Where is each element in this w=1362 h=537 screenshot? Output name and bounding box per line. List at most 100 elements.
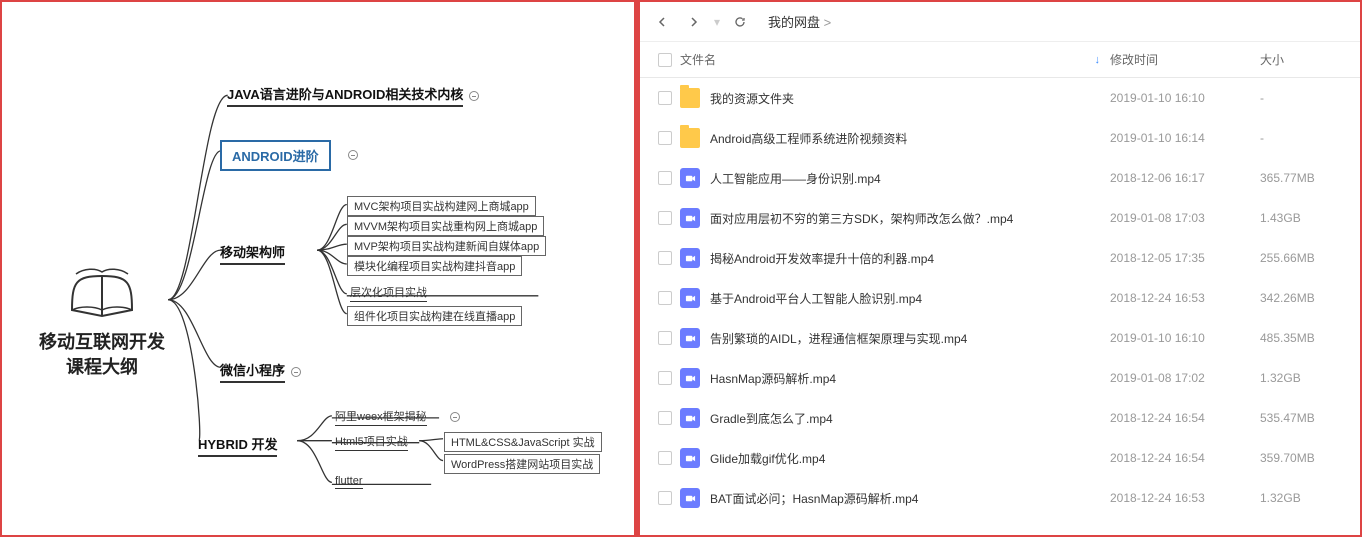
file-date: 2018-12-24 16:53 [1110,291,1260,305]
file-row[interactable]: HasnMap源码解析.mp42019-01-08 17:021.32GB [640,358,1360,398]
folder-icon [680,128,700,148]
file-name: 人工智能应用——身份识别.mp4 [710,170,1110,187]
row-checkbox[interactable] [658,451,672,465]
file-date: 2019-01-08 17:03 [1110,211,1260,225]
file-size: 359.70MB [1260,451,1350,465]
expand-icon[interactable] [450,412,460,422]
file-date: 2019-01-10 16:14 [1110,131,1260,145]
row-checkbox[interactable] [658,491,672,505]
file-name: BAT面试必问；HasnMap源码解析.mp4 [710,490,1110,507]
row-checkbox[interactable] [658,131,672,145]
branch-wechat[interactable]: 微信小程序 [220,360,301,383]
branch-arch[interactable]: 移动架构师 [220,242,285,265]
file-row[interactable]: Gradle到底怎么了.mp42018-12-24 16:54535.47MB [640,398,1360,438]
file-date: 2019-01-08 17:02 [1110,371,1260,385]
file-name: 基于Android平台人工智能人脸识别.mp4 [710,290,1110,307]
hybrid-html5[interactable]: Html5项目实战 [335,433,408,451]
toolbar-separator: ▾ [714,15,720,29]
column-name-header[interactable]: 文件名↓ [680,51,1110,68]
file-size: 535.47MB [1260,411,1350,425]
hybrid-flutter[interactable]: flutter [335,475,363,489]
video-icon [680,408,700,428]
arch-leaf-3[interactable]: 模块化编程项目实战构建抖音app [347,256,522,276]
toolbar: ▾ 我的网盘 > [640,2,1360,42]
video-icon [680,448,700,468]
file-name: Gradle到底怎么了.mp4 [710,410,1110,427]
file-name: Glide加载gif优化.mp4 [710,450,1110,467]
breadcrumb[interactable]: 我的网盘 > [768,12,831,31]
column-date-header[interactable]: 修改时间 [1110,51,1260,68]
expand-icon[interactable] [348,150,358,160]
row-checkbox[interactable] [658,251,672,265]
file-row[interactable]: Glide加载gif优化.mp42018-12-24 16:54359.70MB [640,438,1360,478]
expand-icon[interactable] [291,367,301,377]
html5-sub-0[interactable]: HTML&CSS&JavaScript 实战 [444,432,602,452]
branch-android[interactable]: ANDROID进阶 [220,140,331,171]
file-date: 2018-12-06 16:17 [1110,171,1260,185]
file-row[interactable]: 面对应用层初不穷的第三方SDK，架构师改怎么做？.mp42019-01-08 1… [640,198,1360,238]
refresh-button[interactable] [728,10,752,34]
file-size: 255.66MB [1260,251,1350,265]
nav-forward-button[interactable] [682,10,706,34]
file-row[interactable]: 揭秘Android开发效率提升十倍的利器.mp42018-12-05 17:35… [640,238,1360,278]
file-row[interactable]: 告别繁琐的AIDL，进程通信框架原理与实现.mp42019-01-10 16:1… [640,318,1360,358]
html5-sub-1[interactable]: WordPress搭建网站项目实战 [444,454,600,474]
arch-leaf-4[interactable]: 层次化项目实战 [350,284,427,302]
row-checkbox[interactable] [658,211,672,225]
file-row[interactable]: BAT面试必问；HasnMap源码解析.mp42018-12-24 16:531… [640,478,1360,518]
file-date: 2019-01-10 16:10 [1110,91,1260,105]
table-header: 文件名↓ 修改时间 大小 [640,42,1360,78]
file-size: 1.43GB [1260,211,1350,225]
arch-leaf-2[interactable]: MVP架构项目实战构建新闻自媒体app [347,236,546,256]
video-icon [680,208,700,228]
file-size: - [1260,131,1350,145]
root-label: 移动互联网开发课程大纲 [32,330,172,380]
file-row[interactable]: 我的资源文件夹2019-01-10 16:10- [640,78,1360,118]
file-list: 我的资源文件夹2019-01-10 16:10-Android高级工程师系统进阶… [640,78,1360,535]
file-name: HasnMap源码解析.mp4 [710,370,1110,387]
file-row[interactable]: 基于Android平台人工智能人脸识别.mp42018-12-24 16:533… [640,278,1360,318]
file-name: 告别繁琐的AIDL，进程通信框架原理与实现.mp4 [710,330,1110,347]
arch-leaf-1[interactable]: MVVM架构项目实战重构网上商城app [347,216,544,236]
row-checkbox[interactable] [658,171,672,185]
video-icon [680,488,700,508]
file-name: 面对应用层初不穷的第三方SDK，架构师改怎么做？.mp4 [710,210,1110,227]
row-checkbox[interactable] [658,291,672,305]
mindmap-panel: 移动互联网开发课程大纲 JAVA语言进阶与ANDROID相关技术内核 ANDRO… [2,2,634,535]
file-size: 1.32GB [1260,371,1350,385]
file-name: 我的资源文件夹 [710,90,1110,107]
file-browser-panel: ▾ 我的网盘 > 文件名↓ 修改时间 大小 我的资源文件夹2019-01-10 … [640,2,1360,535]
file-date: 2019-01-10 16:10 [1110,331,1260,345]
select-all-checkbox[interactable] [658,53,672,67]
row-checkbox[interactable] [658,331,672,345]
file-name: Android高级工程师系统进阶视频资料 [710,130,1110,147]
file-date: 2018-12-24 16:53 [1110,491,1260,505]
expand-icon[interactable] [469,91,479,101]
video-icon [680,288,700,308]
branch-java[interactable]: JAVA语言进阶与ANDROID相关技术内核 [227,84,479,107]
file-name: 揭秘Android开发效率提升十倍的利器.mp4 [710,250,1110,267]
file-date: 2018-12-05 17:35 [1110,251,1260,265]
video-icon [680,248,700,268]
file-size: 365.77MB [1260,171,1350,185]
sort-arrow-icon: ↓ [1095,54,1101,66]
folder-icon [680,88,700,108]
file-date: 2018-12-24 16:54 [1110,411,1260,425]
column-size-header[interactable]: 大小 [1260,51,1350,68]
row-checkbox[interactable] [658,411,672,425]
arch-leaf-0[interactable]: MVC架构项目实战构建网上商城app [347,196,536,216]
hybrid-weex[interactable]: 阿里weex框架揭秘 [335,408,427,426]
arch-leaf-5[interactable]: 组件化项目实战构建在线直播app [347,306,522,326]
file-row[interactable]: Android高级工程师系统进阶视频资料2019-01-10 16:14- [640,118,1360,158]
row-checkbox[interactable] [658,91,672,105]
branch-hybrid[interactable]: HYBRID 开发 [198,434,277,457]
video-icon [680,368,700,388]
file-size: 485.35MB [1260,331,1350,345]
mindmap-root[interactable]: 移动互联网开发课程大纲 [32,262,172,380]
file-row[interactable]: 人工智能应用——身份识别.mp42018-12-06 16:17365.77MB [640,158,1360,198]
file-size: - [1260,91,1350,105]
nav-back-button[interactable] [650,10,674,34]
book-icon [66,262,138,322]
row-checkbox[interactable] [658,371,672,385]
file-size: 342.26MB [1260,291,1350,305]
